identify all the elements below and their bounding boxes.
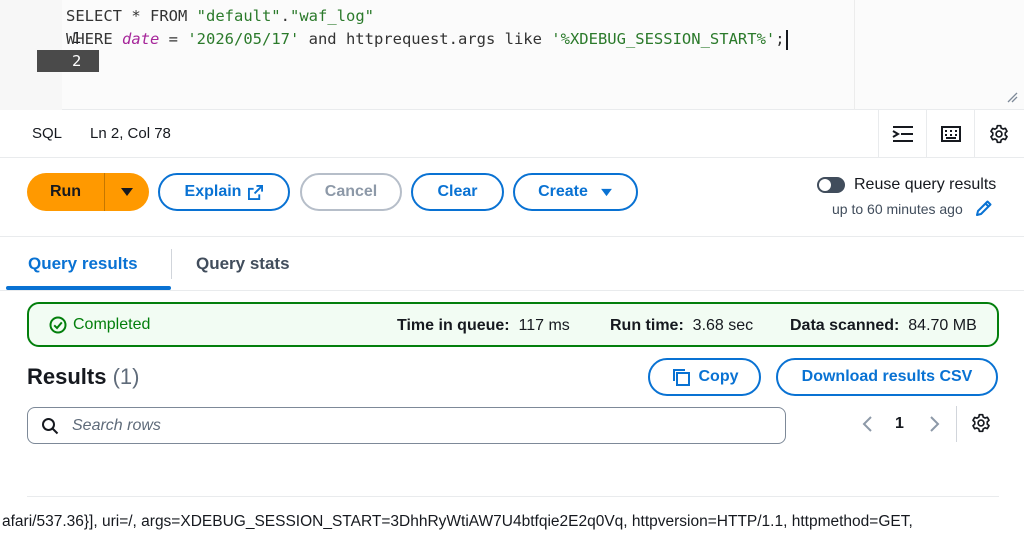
line-code[interactable]: SELECT * FROM "default"."waf_log"	[66, 5, 374, 27]
cancel-button[interactable]: Cancel	[300, 173, 402, 211]
code-token: "waf_log"	[290, 7, 374, 25]
code-token: =	[159, 30, 188, 48]
explain-label: Explain	[184, 183, 242, 200]
line-number: 2	[37, 50, 100, 72]
time-in-queue: Time in queue: 117 ms	[397, 317, 570, 335]
caret-down-icon	[121, 188, 133, 196]
reuse-results-duration: up to 60 minutes ago	[832, 201, 963, 217]
run-time-label: Run time:	[610, 317, 684, 334]
results-heading: Results (1)	[27, 364, 140, 390]
tab-separator	[171, 249, 172, 279]
check-circle-icon	[49, 316, 67, 334]
query-status-banner: Completed Time in queue: 117 ms Run time…	[27, 302, 999, 347]
table-row: afari/537.36}], uri=/, args=XDEBUG_SESSI…	[2, 513, 913, 530]
time-in-queue-label: Time in queue:	[397, 317, 510, 334]
status-text: Completed	[73, 316, 151, 333]
tabs-divider	[0, 290, 1024, 291]
pager-separator	[956, 406, 957, 442]
create-label: Create	[538, 183, 588, 200]
chevron-right-icon[interactable]	[926, 414, 942, 434]
data-scanned: Data scanned: 84.70 MB	[790, 317, 977, 335]
results-title: Results	[27, 364, 107, 389]
explain-button[interactable]: Explain	[158, 173, 290, 211]
table-settings-gear-icon[interactable]	[971, 413, 991, 433]
gear-icon[interactable]	[974, 110, 1022, 158]
indent-icon[interactable]	[878, 110, 926, 158]
sql-editor[interactable]: 1 SELECT * FROM "default"."waf_log" 2 WHER…	[0, 0, 1024, 110]
copy-button[interactable]: Copy	[648, 358, 761, 396]
line-code[interactable]: WHERE date = '2026/05/17' and httpreques…	[66, 28, 788, 50]
code-token: SELECT * FROM	[66, 7, 197, 25]
reuse-results-toggle[interactable]	[817, 177, 845, 193]
search-icon	[42, 418, 59, 435]
results-count: (1)	[112, 364, 140, 389]
tab-query-stats[interactable]: Query stats	[196, 254, 290, 274]
tab-query-results[interactable]: Query results	[28, 254, 138, 274]
search-rows[interactable]	[27, 407, 786, 444]
code-token: ;	[775, 30, 785, 48]
download-csv-button[interactable]: Download results CSV	[776, 358, 998, 396]
code-token: and httprequest.args like	[299, 30, 552, 48]
current-page[interactable]: 1	[895, 415, 904, 433]
code-token: '%XDEBUG_SESSION_START%'	[551, 30, 776, 48]
code-token: WHERE	[66, 30, 122, 48]
pencil-icon[interactable]	[975, 199, 993, 217]
copy-label: Copy	[698, 368, 739, 385]
copy-icon	[672, 369, 690, 386]
run-button[interactable]: Run	[27, 173, 104, 211]
cursor-position: Ln 2, Col 78	[90, 125, 171, 142]
code-token: "default"	[196, 7, 281, 25]
data-scanned-label: Data scanned:	[790, 317, 900, 334]
clear-button[interactable]: Clear	[411, 173, 504, 211]
create-button[interactable]: Create	[513, 173, 638, 211]
caret-down-icon	[601, 188, 612, 196]
time-in-queue-value: 117 ms	[518, 317, 570, 334]
external-link-icon	[248, 184, 264, 200]
run-button-group[interactable]: Run	[27, 173, 149, 211]
reuse-results-label: Reuse query results	[854, 176, 997, 193]
keyboard-icon[interactable]	[926, 110, 974, 158]
chevron-left-icon[interactable]	[860, 414, 876, 434]
run-time-value: 3.68 sec	[692, 317, 754, 334]
editor-line-1[interactable]: 1 SELECT * FROM "default"."waf_log"	[0, 5, 1024, 47]
run-time: Run time: 3.68 sec	[610, 317, 753, 335]
search-input[interactable]	[70, 414, 770, 438]
language-label: SQL	[32, 125, 63, 142]
table-header-divider	[27, 496, 999, 497]
code-token: '2026/05/17'	[187, 30, 300, 48]
editor-statusbar: SQL Ln 2, Col 78	[0, 110, 1024, 158]
section-divider	[0, 236, 1024, 237]
editor-line-2[interactable]: 2 WHERE date = '2026/05/17' and httpreque…	[0, 28, 1024, 72]
status-completed: Completed	[49, 316, 150, 334]
resize-grip-icon[interactable]	[1006, 91, 1018, 103]
run-dropdown-button[interactable]	[105, 173, 149, 211]
text-cursor	[785, 29, 788, 50]
toggle-knob	[819, 179, 831, 191]
code-token: .	[280, 7, 290, 25]
code-token: date	[122, 30, 160, 48]
data-scanned-value: 84.70 MB	[908, 317, 977, 334]
